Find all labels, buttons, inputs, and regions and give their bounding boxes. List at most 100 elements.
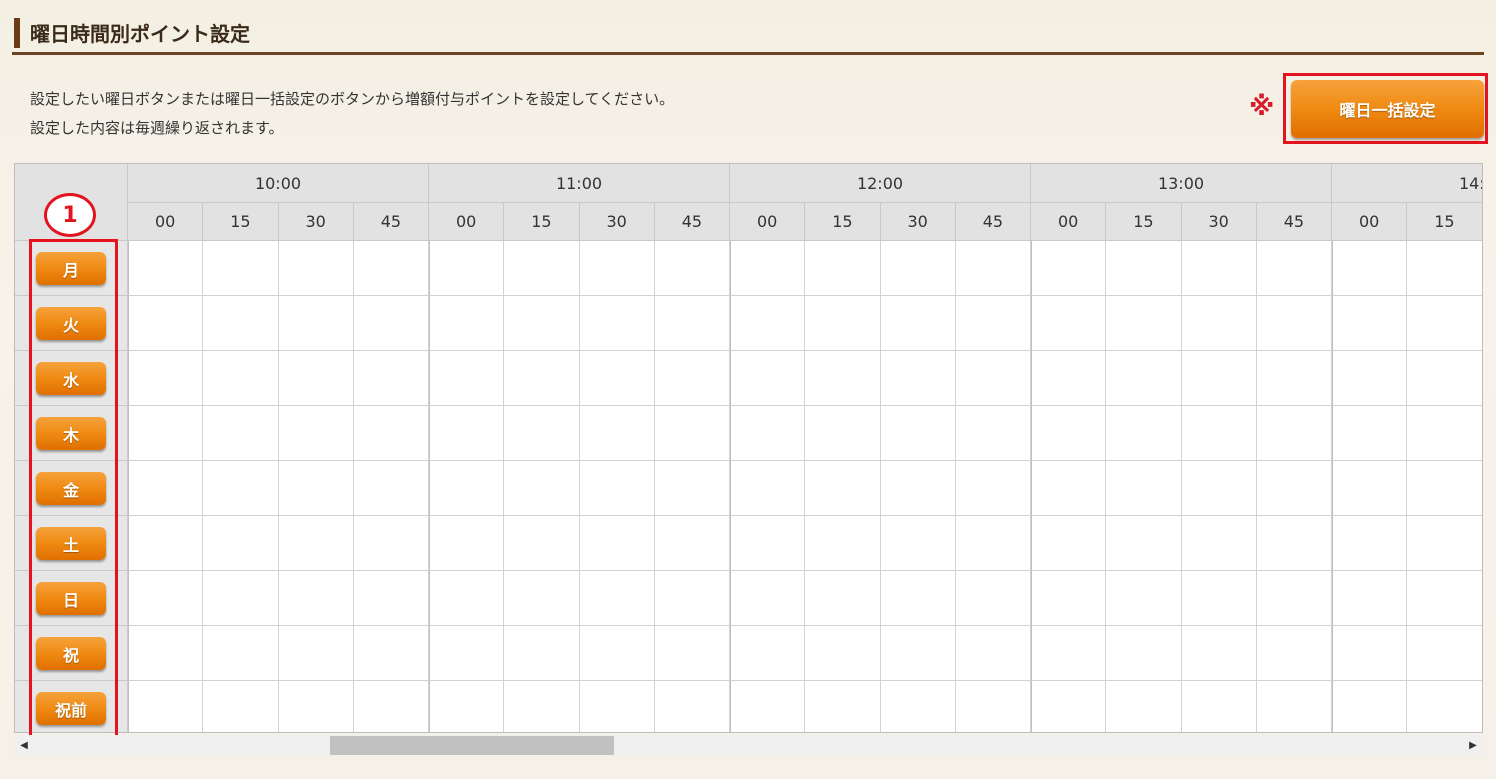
time-slot-cell[interactable] — [1031, 296, 1107, 351]
time-slot-cell[interactable] — [1106, 681, 1182, 732]
time-slot-cell[interactable] — [203, 406, 279, 461]
time-slot-cell[interactable] — [1106, 241, 1182, 296]
time-slot-cell[interactable] — [1332, 681, 1408, 732]
time-slot-cell[interactable] — [128, 461, 204, 516]
time-slot-cell[interactable] — [278, 406, 354, 461]
time-slot-cell[interactable] — [730, 296, 806, 351]
time-slot-cell[interactable] — [203, 626, 279, 681]
scroll-left-arrow-icon[interactable]: ◀ — [14, 735, 34, 755]
time-slot-cell[interactable] — [1332, 626, 1408, 681]
time-slot-cell[interactable] — [504, 351, 580, 406]
time-slot-cell[interactable] — [1181, 571, 1257, 626]
time-slot-cell[interactable] — [955, 241, 1031, 296]
time-slot-cell[interactable] — [203, 461, 279, 516]
time-slot-cell[interactable] — [504, 516, 580, 571]
day-button[interactable]: 木 — [36, 417, 106, 450]
day-button[interactable]: 土 — [36, 527, 106, 560]
time-slot-cell[interactable] — [1256, 681, 1332, 732]
time-slot-cell[interactable] — [579, 516, 655, 571]
time-slot-cell[interactable] — [504, 461, 580, 516]
time-slot-cell[interactable] — [1483, 296, 1484, 351]
time-slot-cell[interactable] — [203, 516, 279, 571]
time-slot-cell[interactable] — [128, 571, 204, 626]
time-slot-cell[interactable] — [1256, 461, 1332, 516]
time-slot-cell[interactable] — [1332, 516, 1408, 571]
time-slot-cell[interactable] — [1407, 461, 1482, 516]
time-slot-cell[interactable] — [1031, 241, 1107, 296]
time-slot-cell[interactable] — [353, 516, 429, 571]
time-slot-cell[interactable] — [1256, 241, 1332, 296]
time-slot-cell[interactable] — [504, 681, 580, 732]
time-slot-cell[interactable] — [880, 406, 956, 461]
time-slot-cell[interactable] — [805, 681, 881, 732]
time-slot-cell[interactable] — [730, 241, 806, 296]
time-slot-cell[interactable] — [654, 296, 730, 351]
time-slot-cell[interactable] — [278, 351, 354, 406]
time-slot-cell[interactable] — [1256, 296, 1332, 351]
time-slot-cell[interactable] — [1181, 461, 1257, 516]
time-slot-cell[interactable] — [1332, 571, 1408, 626]
time-slot-cell[interactable] — [128, 241, 204, 296]
scroll-right-arrow-icon[interactable]: ▶ — [1463, 735, 1483, 755]
time-slot-cell[interactable] — [805, 351, 881, 406]
time-slot-cell[interactable] — [353, 626, 429, 681]
time-slot-cell[interactable] — [1031, 406, 1107, 461]
time-slot-cell[interactable] — [203, 296, 279, 351]
time-slot-cell[interactable] — [1106, 571, 1182, 626]
time-slot-cell[interactable] — [805, 296, 881, 351]
time-slot-cell[interactable] — [654, 626, 730, 681]
time-slot-cell[interactable] — [654, 241, 730, 296]
time-slot-cell[interactable] — [955, 461, 1031, 516]
time-slot-cell[interactable] — [429, 296, 505, 351]
time-slot-cell[interactable] — [1407, 516, 1482, 571]
time-slot-cell[interactable] — [1106, 516, 1182, 571]
time-slot-cell[interactable] — [955, 516, 1031, 571]
time-slot-cell[interactable] — [1181, 296, 1257, 351]
day-button[interactable]: 水 — [36, 362, 106, 395]
time-slot-cell[interactable] — [1106, 461, 1182, 516]
time-slot-cell[interactable] — [730, 571, 806, 626]
time-slot-cell[interactable] — [1407, 296, 1482, 351]
time-slot-cell[interactable] — [1256, 406, 1332, 461]
time-slot-cell[interactable] — [1407, 571, 1482, 626]
time-slot-cell[interactable] — [579, 681, 655, 732]
time-slot-cell[interactable] — [654, 516, 730, 571]
time-slot-cell[interactable] — [579, 296, 655, 351]
time-slot-cell[interactable] — [579, 571, 655, 626]
time-slot-cell[interactable] — [654, 681, 730, 732]
time-slot-cell[interactable] — [1332, 241, 1408, 296]
time-slot-cell[interactable] — [278, 241, 354, 296]
time-slot-cell[interactable] — [805, 571, 881, 626]
time-slot-cell[interactable] — [805, 461, 881, 516]
time-slot-cell[interactable] — [1181, 681, 1257, 732]
time-slot-cell[interactable] — [1031, 351, 1107, 406]
time-slot-cell[interactable] — [1332, 296, 1408, 351]
time-slot-cell[interactable] — [1483, 571, 1484, 626]
time-slot-cell[interactable] — [1106, 351, 1182, 406]
time-slot-cell[interactable] — [278, 571, 354, 626]
time-slot-cell[interactable] — [1483, 351, 1484, 406]
time-slot-cell[interactable] — [730, 351, 806, 406]
time-slot-cell[interactable] — [429, 461, 505, 516]
time-slot-cell[interactable] — [1106, 626, 1182, 681]
scroll-thumb[interactable] — [330, 736, 614, 755]
bulk-weekday-setting-button[interactable]: 曜日一括設定 — [1291, 80, 1484, 138]
time-slot-cell[interactable] — [504, 406, 580, 461]
day-button[interactable]: 日 — [36, 582, 106, 615]
time-slot-cell[interactable] — [880, 461, 956, 516]
time-slot-cell[interactable] — [504, 626, 580, 681]
time-slot-cell[interactable] — [654, 406, 730, 461]
time-slot-cell[interactable] — [880, 681, 956, 732]
time-slot-cell[interactable] — [730, 681, 806, 732]
time-slot-cell[interactable] — [1483, 241, 1484, 296]
time-slot-cell[interactable] — [429, 571, 505, 626]
time-slot-cell[interactable] — [1106, 296, 1182, 351]
time-slot-cell[interactable] — [579, 626, 655, 681]
time-slot-cell[interactable] — [1031, 571, 1107, 626]
time-slot-cell[interactable] — [128, 516, 204, 571]
time-slot-cell[interactable] — [353, 461, 429, 516]
time-slot-cell[interactable] — [1332, 351, 1408, 406]
time-slot-cell[interactable] — [880, 241, 956, 296]
time-slot-cell[interactable] — [730, 406, 806, 461]
time-slot-cell[interactable] — [1031, 461, 1107, 516]
